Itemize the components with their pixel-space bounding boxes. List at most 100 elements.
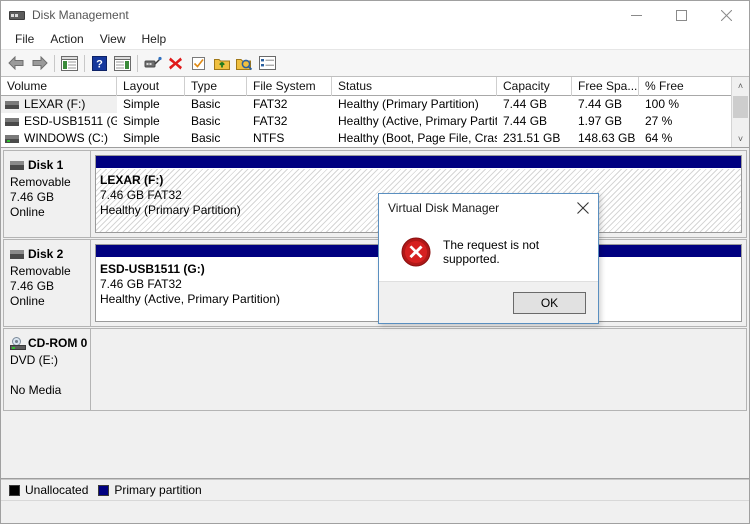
delete-icon[interactable] xyxy=(164,52,187,74)
cell-volume-label: WINDOWS (C:) xyxy=(24,131,108,145)
error-icon xyxy=(401,237,431,267)
partition-title: LEXAR (F:) xyxy=(100,173,164,187)
legend-primary-partition: Primary partition xyxy=(98,483,202,497)
forward-icon[interactable] xyxy=(28,52,51,74)
scrollbar-thumb[interactable] xyxy=(733,96,748,118)
legend-unallocated-swatch xyxy=(9,484,20,496)
disk-row-cdrom-0[interactable]: CD-ROM 0 DVD (E:) No Media xyxy=(3,328,747,411)
disk-status: Online xyxy=(10,294,45,308)
menu-item-action[interactable]: Action xyxy=(42,30,91,48)
cell-file-system: NTFS xyxy=(253,131,285,145)
column-header-status[interactable]: Status xyxy=(332,77,497,96)
menu-item-help[interactable]: Help xyxy=(134,30,175,48)
volume-drive-icon xyxy=(5,100,19,109)
dialog-close-icon[interactable] xyxy=(568,195,598,221)
table-row[interactable]: ESD-USB1511 (G:) Simple Basic FAT32 Heal… xyxy=(1,113,731,130)
ok-button[interactable]: OK xyxy=(513,291,586,314)
title-bar: Disk Management xyxy=(1,1,749,29)
window-title: Disk Management xyxy=(32,8,129,22)
disk-status: Online xyxy=(10,205,45,219)
volume-list-scrollbar[interactable]: ˄ ˅ xyxy=(731,77,749,147)
menu-bar: File Action View Help xyxy=(1,29,749,50)
scroll-up-arrow-icon[interactable]: ˄ xyxy=(732,77,749,94)
column-header-free-space[interactable]: Free Spa... xyxy=(572,77,639,96)
cell-percent-free: 64 % xyxy=(645,131,673,145)
column-header-percent-free[interactable]: % Free xyxy=(639,77,709,96)
disk-graphic-pane: Disk 1 Removable 7.46 GB Online LEXAR (F… xyxy=(1,148,749,479)
disk-capacity: 7.46 GB xyxy=(10,190,55,204)
cell-volume: LEXAR (F:) xyxy=(1,96,117,113)
volume-list: Volume Layout Type File System Status Ca… xyxy=(1,77,749,148)
cell-file-system: FAT32 xyxy=(253,97,288,111)
check-icon[interactable] xyxy=(187,52,210,74)
cell-free-space: 1.97 GB xyxy=(578,114,623,128)
cell-free-space: 148.63 GB xyxy=(578,131,636,145)
cell-volume-label: ESD-USB1511 (G:) xyxy=(24,114,117,128)
disk-info-cdrom-0[interactable]: CD-ROM 0 DVD (E:) No Media xyxy=(3,328,91,411)
disk-info-disk-1[interactable]: Disk 1 Removable 7.46 GB Online xyxy=(3,150,91,238)
partition-color-bar xyxy=(96,156,741,169)
cell-volume: ESD-USB1511 (G:) xyxy=(1,113,117,130)
legend-primary-partition-label: Primary partition xyxy=(114,483,202,497)
dialog-message: The request is not supported. xyxy=(443,237,540,266)
cell-status: Healthy (Boot, Page File, Crash D... xyxy=(338,131,497,145)
cell-type: Basic xyxy=(191,97,221,111)
cell-capacity: 231.51 GB xyxy=(503,131,561,145)
cdrom-spacer xyxy=(10,368,90,383)
cell-layout: Simple xyxy=(123,131,160,145)
properties-icon[interactable] xyxy=(141,52,164,74)
disk-row-disk-2[interactable]: Disk 2 Removable 7.46 GB Online ESD-USB1… xyxy=(3,239,747,327)
column-header-file-system[interactable]: File System xyxy=(247,77,332,96)
show-hide-console-tree-icon[interactable] xyxy=(58,52,81,74)
legend: Unallocated Primary partition xyxy=(1,479,749,500)
disk-management-window: Disk Management File Action View Help ? … xyxy=(0,0,750,524)
window-controls xyxy=(614,1,749,29)
help-icon[interactable]: ? xyxy=(88,52,111,74)
cell-percent-free: 27 % xyxy=(645,114,673,128)
minimize-button[interactable] xyxy=(614,1,659,29)
column-header-volume[interactable]: Volume xyxy=(1,77,117,96)
menu-item-view[interactable]: View xyxy=(92,30,134,48)
dialog-footer: OK xyxy=(379,281,598,323)
export-list-icon[interactable] xyxy=(210,52,233,74)
menu-item-file[interactable]: File xyxy=(7,30,42,48)
disk-info-disk-2[interactable]: Disk 2 Removable 7.46 GB Online xyxy=(3,239,91,327)
disk-icon xyxy=(10,160,24,170)
dialog-body: The request is not supported. xyxy=(379,222,598,281)
column-header-layout[interactable]: Layout xyxy=(117,77,185,96)
cdrom-drive-letter: DVD (E:) xyxy=(10,353,58,367)
cell-type: Basic xyxy=(191,114,221,128)
scrollbar-track[interactable] xyxy=(732,94,749,130)
disk-name-row: Disk 1 xyxy=(10,158,90,172)
disk-capacity: 7.46 GB xyxy=(10,279,55,293)
view-list-icon[interactable] xyxy=(256,52,279,74)
table-row[interactable]: WINDOWS (C:) Simple Basic NTFS Healthy (… xyxy=(1,130,731,147)
cell-layout: Simple xyxy=(123,114,160,128)
dialog-title-bar: Virtual Disk Manager xyxy=(379,194,598,222)
disk-graphics-cdrom-0 xyxy=(91,328,747,411)
show-hide-action-pane-icon[interactable] xyxy=(111,52,134,74)
disk-name-row: Disk 2 xyxy=(10,247,90,261)
disk-icon xyxy=(10,249,24,259)
legend-unallocated-label: Unallocated xyxy=(25,483,89,497)
toolbar-separator xyxy=(137,54,138,72)
column-header-type[interactable]: Type xyxy=(185,77,247,96)
disk-name: Disk 2 xyxy=(28,247,64,261)
disk-row-disk-1[interactable]: Disk 1 Removable 7.46 GB Online LEXAR (F… xyxy=(3,150,747,238)
disk-name: CD-ROM 0 xyxy=(28,336,88,350)
table-row[interactable]: LEXAR (F:) Simple Basic FAT32 Healthy (P… xyxy=(1,96,731,113)
scroll-down-arrow-icon[interactable]: ˅ xyxy=(732,130,749,147)
back-icon[interactable] xyxy=(5,52,28,74)
cdrom-status: No Media xyxy=(10,383,62,397)
cell-capacity: 7.44 GB xyxy=(503,114,548,128)
close-button[interactable] xyxy=(704,1,749,29)
cell-volume: WINDOWS (C:) xyxy=(1,130,117,147)
maximize-button[interactable] xyxy=(659,1,704,29)
legend-unallocated: Unallocated xyxy=(9,483,88,497)
column-header-capacity[interactable]: Capacity xyxy=(497,77,572,96)
cell-status: Healthy (Primary Partition) xyxy=(338,97,479,111)
rescan-disks-icon[interactable] xyxy=(233,52,256,74)
virtual-disk-manager-dialog: Virtual Disk Manager The request is not … xyxy=(378,193,599,324)
cell-free-space: 7.44 GB xyxy=(578,97,623,111)
cell-status: Healthy (Active, Primary Partition) xyxy=(338,114,497,128)
